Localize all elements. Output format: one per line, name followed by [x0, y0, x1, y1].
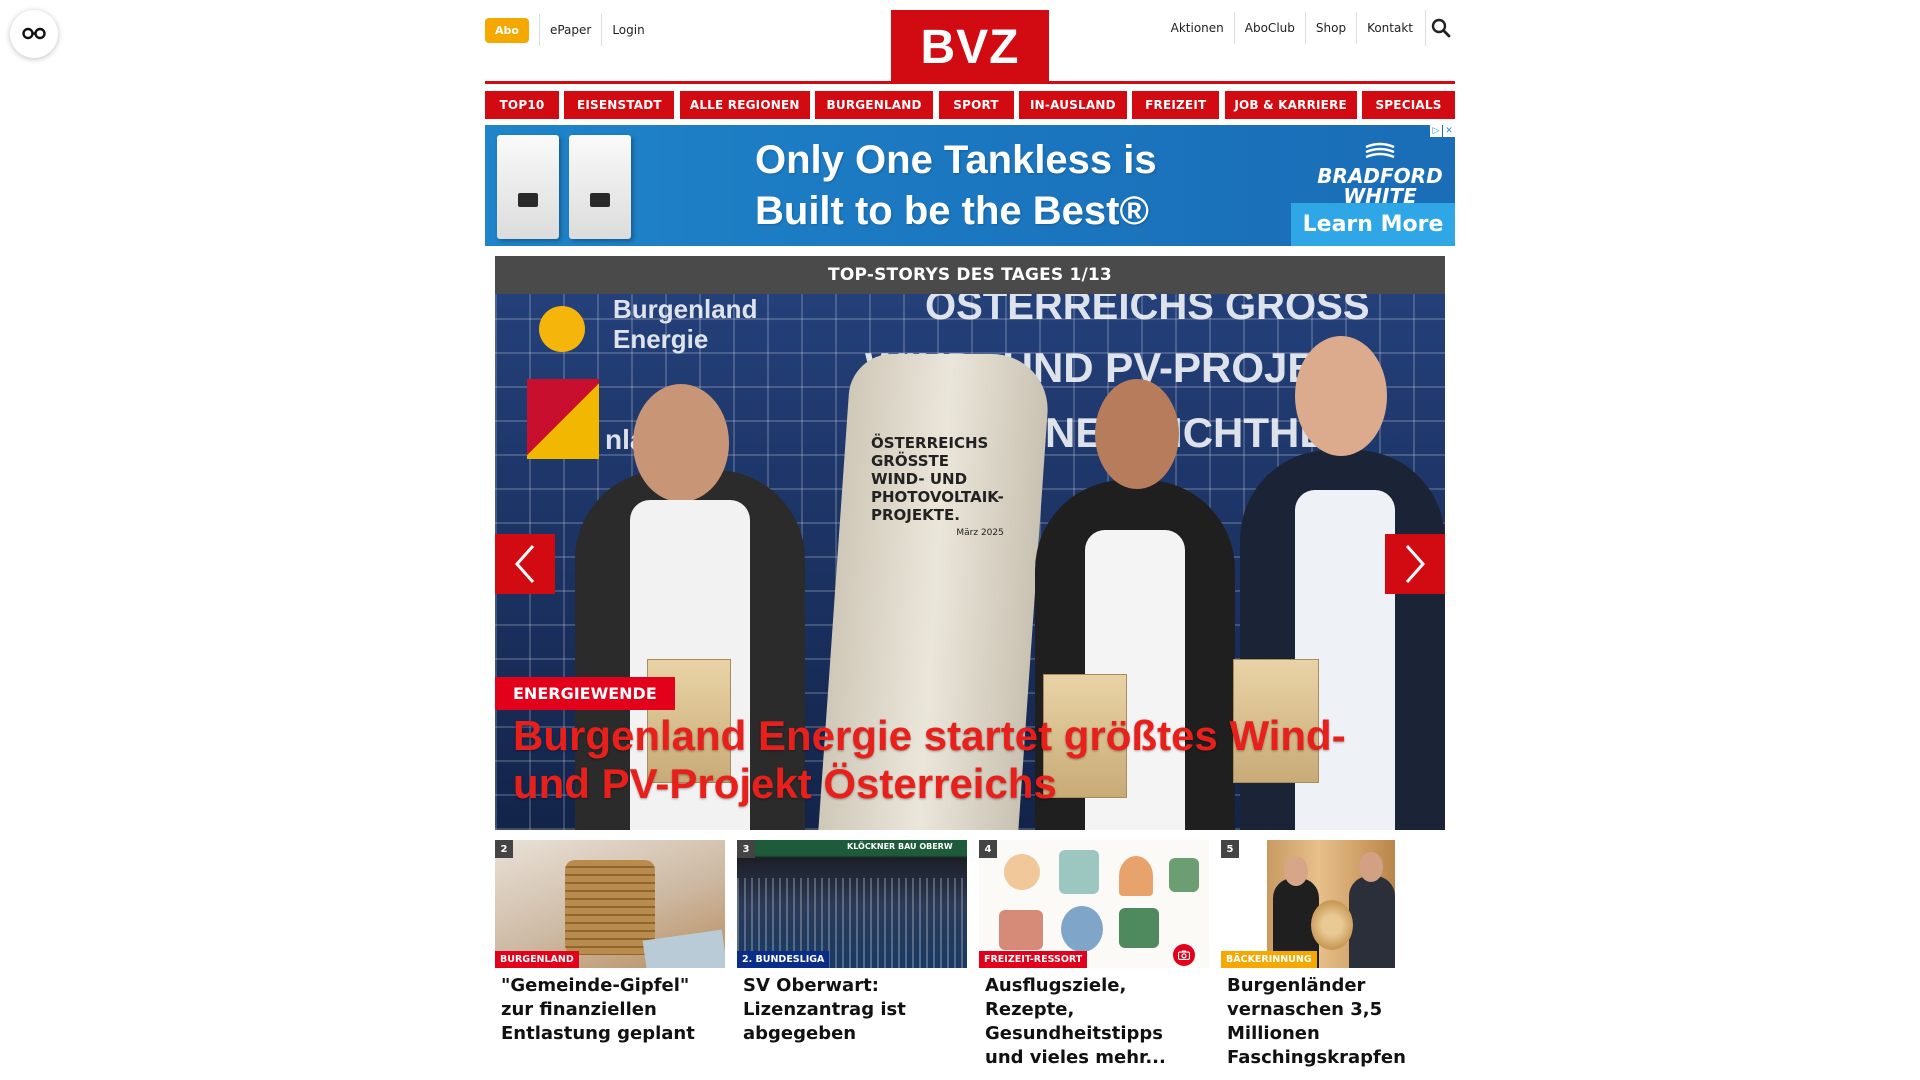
nav-item-job-karriere[interactable]: JOB & KARRIERE [1224, 91, 1357, 119]
teaser-item[interactable]: 4 FREIZEIT-RESSORT Ausflugsziele, Rezept… [979, 840, 1209, 1070]
teaser-title[interactable]: "Gemeinde-Gipfel" zur finanziellen Entla… [501, 974, 719, 1046]
ad-learn-more-button[interactable]: Learn More [1291, 203, 1455, 246]
image-banner-text: ÖSTERREICHS GRÖSS [925, 294, 1370, 328]
teaser-item[interactable]: 2 BURGENLAND "Gemeinde-Gipfel" zur finan… [495, 840, 725, 1070]
glasses-icon [22, 27, 46, 40]
flag-image [527, 379, 599, 459]
teaser-category: BURGENLAND [495, 951, 579, 968]
image-brand-text: Burgenland Energie [613, 294, 758, 354]
teaser-title[interactable]: SV Oberwart: Lizenzantrag ist abgegeben [743, 974, 961, 1046]
stadium-banner-text: KLÖCKNER BAU OBERW [847, 842, 953, 851]
nav-item-in-ausland[interactable]: IN-AUSLAND [1018, 91, 1127, 119]
illustration-element [1119, 908, 1159, 948]
epaper-link[interactable]: ePaper [538, 14, 601, 46]
krapfen-image [1311, 900, 1353, 950]
teaser-rank: 5 [1221, 840, 1239, 858]
adchoices-icon[interactable]: ▷ [1430, 125, 1442, 137]
person-head [1295, 336, 1387, 456]
ad-brand-logo: BRADFORD WHITE [1315, 141, 1445, 206]
teaser-image-frame: 5 BÄCKERINNUNG [1221, 840, 1451, 968]
search-icon [1431, 18, 1450, 38]
person-head [1095, 379, 1179, 489]
nav-item-freizeit[interactable]: FREIZEIT [1132, 91, 1220, 119]
teaser-title[interactable]: Burgenländer vernaschen 3,5 Millionen Fa… [1227, 974, 1445, 1070]
nav-item-top10[interactable]: TOP10 [485, 91, 559, 119]
kontakt-link[interactable]: Kontakt [1356, 12, 1423, 44]
teaser-rank: 2 [495, 840, 513, 858]
aktionen-link[interactable]: Aktionen [1161, 12, 1234, 44]
slider-prev-button[interactable] [495, 534, 555, 594]
site-logo[interactable]: BVZ [891, 10, 1049, 84]
teaser-image: KLÖCKNER BAU OBERW 3 2. BUNDESLIGA [737, 840, 967, 968]
abo-button[interactable]: Abo [485, 17, 529, 43]
main-navigation: TOP10 EISENSTADT ALLE REGIONEN BURGENLAN… [485, 91, 1455, 119]
teaser-category: 2. BUNDESLIGA [737, 951, 830, 968]
nav-item-sport[interactable]: SPORT [938, 91, 1014, 119]
illustration-element [1061, 906, 1103, 952]
ad-controls: ▷ ✕ [1430, 125, 1455, 137]
teaser-image: 4 FREIZEIT-RESSORT [979, 840, 1209, 968]
person-head [633, 384, 729, 502]
slider-header: TOP-STORYS DES TAGES 1/13 [495, 256, 1445, 294]
teaser-title[interactable]: Ausflugsziele, Rezepte, Gesundheitstipps… [985, 974, 1203, 1070]
ad-headline: Only One Tankless is Built to be the Bes… [755, 138, 1157, 233]
nav-item-eisenstadt[interactable]: EISENSTADT [564, 91, 675, 119]
brand-swoosh-icon [1365, 142, 1395, 159]
story-title[interactable]: Burgenland Energie startet größtes Wind-… [513, 712, 1423, 808]
illustration-element [1169, 858, 1199, 892]
nav-item-alle-regionen[interactable]: ALLE REGIONEN [679, 91, 810, 119]
teaser-rank: 3 [737, 840, 755, 858]
image-banner-text: NE ESICHTHE [1045, 409, 1328, 456]
sun-logo-icon [539, 306, 585, 352]
teaser-category: FREIZEIT-RESSORT [979, 951, 1088, 968]
person-head [1284, 856, 1308, 886]
teaser-item[interactable]: KLÖCKNER BAU OBERW 3 2. BUNDESLIGA SV Ob… [737, 840, 967, 1070]
gallery-badge [1173, 944, 1195, 966]
teaser-row: 2 BURGENLAND "Gemeinde-Gipfel" zur finan… [495, 840, 1451, 1070]
chevron-left-icon [514, 545, 535, 583]
header-left-links: Abo ePaper Login [485, 14, 655, 46]
product-image [497, 135, 559, 239]
slider-next-button[interactable] [1385, 534, 1445, 594]
person-head [1359, 852, 1383, 882]
monument-text: ÖSTERREICHS GRÖSSTE WIND- UND PHOTOVOLTA… [871, 434, 1004, 538]
search-button[interactable] [1425, 10, 1455, 46]
story-kicker[interactable]: ENERGIEWENDE [495, 677, 675, 710]
teaser-image [1267, 840, 1395, 968]
camera-icon [1178, 950, 1190, 960]
teaser-category: BÄCKERINNUNG [1221, 951, 1317, 968]
coins-image [565, 860, 655, 955]
teaser-rank: 4 [979, 840, 997, 858]
logo-text: BVZ [920, 20, 1020, 74]
nav-item-burgenland[interactable]: BURGENLAND [815, 91, 934, 119]
header-right-links: Aktionen AboClub Shop Kontakt [1161, 10, 1455, 46]
top-story-image[interactable]: Burgenland Energie nland ÖSTERREICHS GRÖ… [495, 294, 1445, 830]
illustration-element [1119, 856, 1153, 896]
teaser-item[interactable]: 5 BÄCKERINNUNG Burgenländer vernaschen 3… [1221, 840, 1451, 1070]
illustration-element [999, 910, 1043, 950]
shop-link[interactable]: Shop [1304, 12, 1356, 44]
page-container: Abo ePaper Login BVZ Aktionen AboClub Sh… [485, 0, 1455, 1070]
chevron-right-icon [1405, 545, 1426, 583]
product-image [569, 135, 631, 239]
site-header: Abo ePaper Login BVZ Aktionen AboClub Sh… [485, 0, 1455, 84]
aboclub-link[interactable]: AboClub [1233, 12, 1305, 44]
nav-item-specials[interactable]: SPECIALS [1362, 91, 1455, 119]
top-story-slider: TOP-STORYS DES TAGES 1/13 Burgenland Ene… [495, 256, 1445, 830]
illustration-element [1004, 854, 1040, 890]
illustration-element [1059, 850, 1099, 894]
teaser-image: 2 BURGENLAND [495, 840, 725, 968]
accessibility-widget-button[interactable] [10, 10, 58, 58]
ad-banner[interactable]: Only One Tankless is Built to be the Bes… [485, 125, 1455, 246]
person-image [1349, 876, 1395, 968]
close-icon[interactable]: ✕ [1443, 125, 1455, 137]
login-link[interactable]: Login [601, 14, 654, 46]
